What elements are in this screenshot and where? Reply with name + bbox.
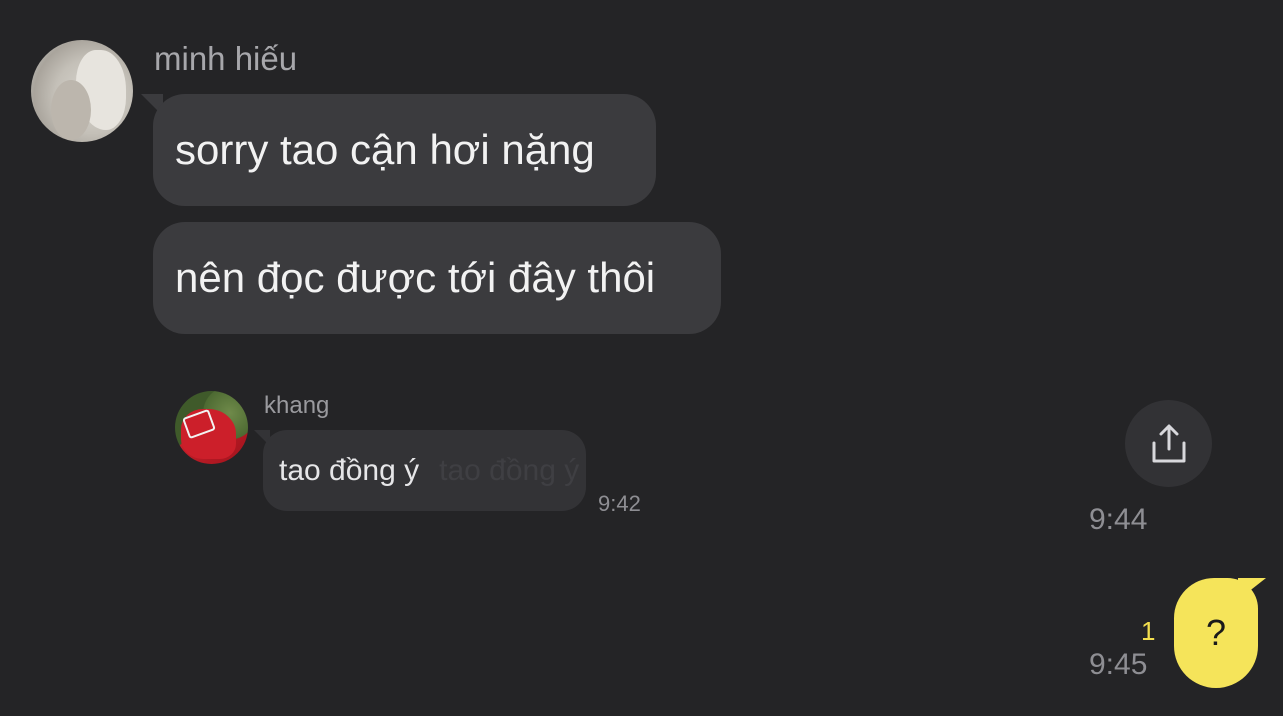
sender-name: khang [264,392,330,419]
avatar-minh-hieu[interactable] [31,40,133,142]
forwarded-message-bubble[interactable]: tao đồng ý tao đồng ý [263,430,586,511]
message-time: 9:42 [598,491,641,516]
faded-text: tao đồng ý [439,453,580,487]
sender-name: minh hiếu [154,40,298,77]
avatar-figure-shadow [51,80,91,140]
message-time: 9:44 [1089,503,1148,536]
chat-view: minh hiếu sorry tao cận hơi nặng nên đọc… [0,0,1283,716]
avatar-khang[interactable] [175,391,248,464]
message-time: 9:45 [1089,648,1148,681]
message-text: nên đọc được tới đây thôi [175,254,656,301]
unread-count: 1 [1141,616,1156,646]
message-bubble[interactable]: nên đọc được tới đây thôi [153,222,721,334]
share-icon [1152,424,1185,462]
message-text: ? [1205,612,1227,653]
message-text: tao đồng ý [279,453,420,487]
my-message-bubble[interactable]: ? [1174,578,1258,688]
message-text: sorry tao cận hơi nặng [175,126,595,173]
message-bubble[interactable]: sorry tao cận hơi nặng [153,94,656,206]
share-button[interactable] [1125,400,1212,487]
